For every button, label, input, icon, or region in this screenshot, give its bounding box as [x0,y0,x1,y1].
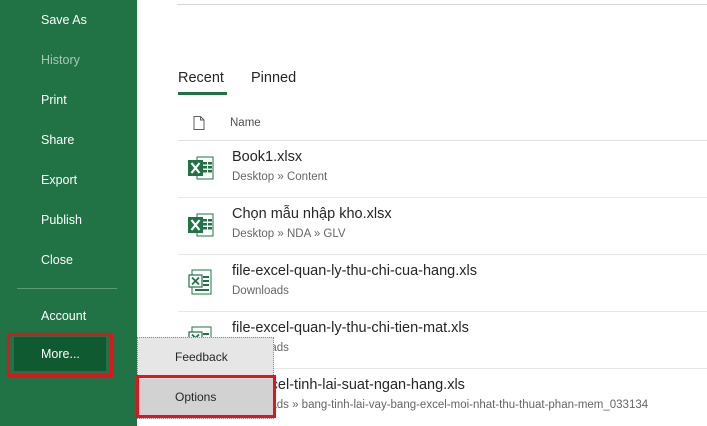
more-popup-menu: Feedback Options [137,337,274,419]
sidebar-divider [17,288,117,289]
sidebar-item-publish[interactable]: Publish [41,212,82,228]
tab-pinned[interactable]: Pinned [251,70,296,86]
popup-item-feedback[interactable]: Feedback [138,339,273,375]
popup-item-options-label: Options [175,390,217,404]
sidebar-item-more-label: More... [41,347,80,361]
file-name: file-excel-quan-ly-thu-chi-tien-mat.xls [232,320,469,336]
excel-xlsx-icon [188,210,214,245]
file-name: Book1.xlsx [232,149,303,165]
file-name: Chọn mẫu nhập kho.xlsx [232,206,392,222]
backstage-sidebar: Save As History Print Share Export Publi… [0,0,137,426]
sidebar-item-print[interactable]: Print [41,92,67,108]
file-path: Downloads [232,285,289,297]
excel-xls-icon [188,267,214,302]
sidebar-item-account[interactable]: Account [41,308,86,324]
excel-xlsx-icon [188,153,214,188]
tab-recent[interactable]: Recent [178,70,224,86]
sidebar-item-more[interactable]: More... [14,337,106,371]
top-divider [177,4,707,5]
sidebar-item-history: History [41,53,80,67]
sidebar-item-share[interactable]: Share [41,132,74,148]
file-path: Downloads » bang-tinh-lai-vay-bang-excel… [232,399,649,411]
recent-file-row[interactable]: file-excel-quan-ly-thu-chi-cua-hang.xls … [178,255,707,312]
popup-item-options[interactable]: Options [138,379,273,415]
sidebar-item-close[interactable]: Close [41,252,73,268]
file-header-icon [193,116,205,135]
recent-file-row[interactable]: Chọn mẫu nhập kho.xlsx Desktop » NDA » G… [178,198,707,255]
sidebar-item-export[interactable]: Export [41,172,77,188]
file-path: Desktop » NDA » GLV [232,228,346,240]
tab-recent-underline [178,92,227,95]
sidebar-item-save-as[interactable]: Save As [41,12,87,28]
file-name: file-excel-quan-ly-thu-chi-cua-hang.xls [232,263,477,279]
file-path: Desktop » Content [232,171,328,183]
recent-file-row[interactable]: Book1.xlsx Desktop » Content [178,141,707,198]
column-header-name[interactable]: Name [230,117,261,129]
popup-item-feedback-label: Feedback [175,350,228,364]
